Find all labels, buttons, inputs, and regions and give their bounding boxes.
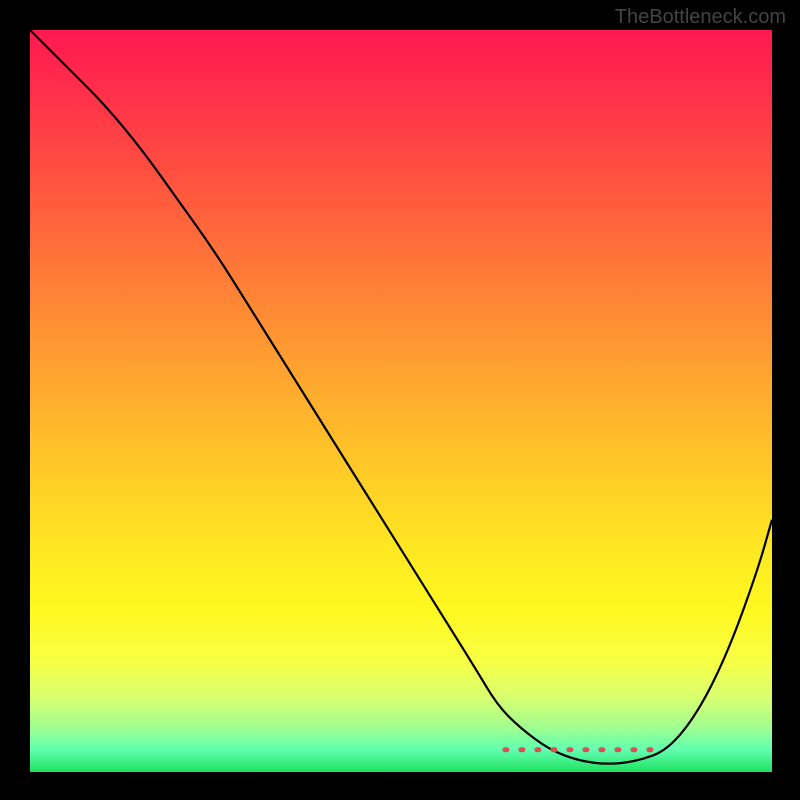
watermark-text: TheBottleneck.com xyxy=(615,6,786,29)
chart-svg xyxy=(30,30,772,772)
bottleneck-curve xyxy=(30,30,772,764)
plot-area xyxy=(30,30,772,772)
